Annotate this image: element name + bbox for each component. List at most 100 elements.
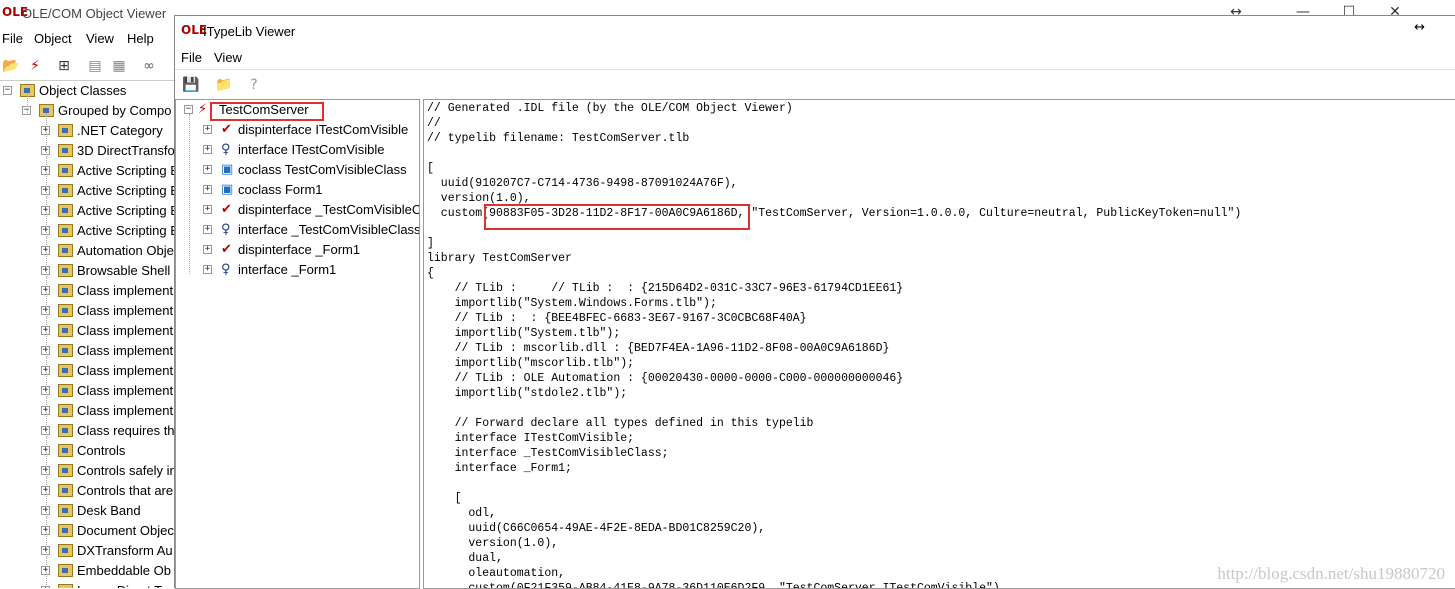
tree-item-category[interactable]: +Controls that are <box>0 481 176 501</box>
tree-item-label: coclass Form1 <box>238 180 323 200</box>
tree-item-category[interactable]: +Automation Obje <box>0 241 176 261</box>
menu-view[interactable]: View <box>214 50 242 65</box>
interface-icon: ♀ <box>221 140 231 160</box>
code-line: interface _Form1; <box>427 461 572 476</box>
tree-item-label: Active Scripting E <box>77 201 176 221</box>
folder-icon <box>58 264 73 277</box>
expand-icon[interactable]: + <box>203 265 212 274</box>
tree-item-category[interactable]: +Image Direct Tra <box>0 581 176 588</box>
expand-icon[interactable]: + <box>203 205 212 214</box>
folder-icon <box>58 404 73 417</box>
typelib-tree-item[interactable]: +▣coclass Form1 <box>176 180 419 200</box>
tree-item-category[interactable]: +Controls <box>0 441 176 461</box>
tree-item-label: dispinterface ITestComVisible <box>238 120 408 140</box>
collapse-icon[interactable]: − <box>184 105 193 114</box>
tree-item-category[interactable]: +Document Objec <box>0 521 176 541</box>
tree-item-category[interactable]: +Class implement <box>0 401 176 421</box>
expand-icon[interactable]: + <box>203 125 212 134</box>
tree-item-category[interactable]: +Embeddable Ob <box>0 561 176 581</box>
tree-item-label: 3D DirectTransfo <box>77 141 175 161</box>
tree-item-category[interactable]: +Controls safely ir <box>0 461 176 481</box>
expand-icon[interactable]: + <box>203 185 212 194</box>
tree-item-category[interactable]: +Browsable Shell <box>0 261 176 281</box>
expand-icon[interactable]: + <box>203 245 212 254</box>
open-folder-icon[interactable]: 📁 <box>215 76 233 94</box>
folder-icon <box>58 584 73 588</box>
tree-item-label: Active Scripting E <box>77 221 176 241</box>
code-line: [ <box>427 491 462 506</box>
typelib-tree-item[interactable]: +▣coclass TestComVisibleClass <box>176 160 419 180</box>
tree-item-label: dispinterface _Form1 <box>238 240 360 260</box>
expand-icon[interactable]: + <box>203 165 212 174</box>
typelib-icon: ⚡ <box>198 100 207 120</box>
typelib-tree-item[interactable]: + ✔ dispinterface _Form1 <box>176 240 419 260</box>
folder-icon <box>58 124 73 137</box>
tree-item-category[interactable]: +Desk Band <box>0 501 176 521</box>
tree-item-category[interactable]: +Class requires th <box>0 421 176 441</box>
tree-item-category[interactable]: +Active Scripting E <box>0 221 176 241</box>
tree-item-category[interactable]: +Active Scripting E <box>0 161 176 181</box>
menu-help[interactable]: Help <box>127 31 154 46</box>
menu-view[interactable]: View <box>86 31 114 46</box>
resize-icon[interactable]: ↔ <box>1414 20 1425 35</box>
front-title-bar[interactable]: OLE ITypeLib Viewer ↔ <box>175 16 1455 46</box>
tree-item-label: Class implement <box>77 281 173 301</box>
tree-item-category[interactable]: +Class implement <box>0 381 176 401</box>
folder-icon <box>58 564 73 577</box>
folder-icon <box>58 364 73 377</box>
code-line: // Forward declare all types defined in … <box>427 416 813 431</box>
folder-icon <box>58 384 73 397</box>
typelib-tree-item[interactable]: +✔dispinterface ITestComVisible <box>176 120 419 140</box>
tree-item-category[interactable]: +3D DirectTransfo <box>0 141 176 161</box>
tree-item-label: interface ITestComVisible <box>238 140 384 160</box>
root-highlight-box <box>210 102 324 121</box>
code-line: // typelib filename: TestComServer.tlb <box>427 131 689 146</box>
object-classes-tree: −Object Classes−Grouped by Compo+.NET Ca… <box>0 80 176 588</box>
menu-file[interactable]: File <box>2 31 23 46</box>
edit-document-icon[interactable]: ▦ <box>110 57 128 75</box>
menu-object[interactable]: Object <box>34 31 72 46</box>
folder-icon <box>58 484 73 497</box>
code-line: importlib("stdole2.tlb"); <box>427 386 627 401</box>
code-line: // TLib : // TLib : : {215D64D2-031C-33C… <box>427 281 903 296</box>
typelib-tree-item[interactable]: +✔dispinterface _TestComVisibleC <box>176 200 419 220</box>
code-line: importlib("mscorlib.tlb"); <box>427 356 634 371</box>
hierarchy-icon[interactable]: ⊞ <box>55 57 73 75</box>
expand-icon[interactable]: + <box>203 225 212 234</box>
dispinterface-icon: ✔ <box>221 240 232 260</box>
expand-icon[interactable]: + <box>203 145 212 154</box>
tree-item-category[interactable]: +Active Scripting E <box>0 181 176 201</box>
save-icon[interactable]: 💾 <box>182 76 200 94</box>
open-folder-icon[interactable]: 📂 <box>2 57 20 75</box>
back-window-title: OLE/COM Object Viewer <box>22 6 166 21</box>
tree-item-category[interactable]: +Class implement <box>0 341 176 361</box>
typelib-tree-item[interactable]: + ♀ interface ITestComVisible <box>176 140 419 160</box>
folder-icon <box>58 444 73 457</box>
tree-item-category[interactable]: +Class implement <box>0 361 176 381</box>
tree-item-category[interactable]: +DXTransform Au <box>0 541 176 561</box>
tree-item-category[interactable]: +.NET Category <box>0 121 176 141</box>
typelib-tree-item[interactable]: +♀interface _Form1 <box>176 260 419 280</box>
watermark: http://blog.csdn.net/shu19880720 <box>1217 564 1445 584</box>
tree-item-label: Class implement <box>77 361 173 381</box>
typelib-tree-item[interactable]: +♀interface _TestComVisibleClass <box>176 220 419 240</box>
code-line: interface _TestComVisibleClass; <box>427 446 669 461</box>
idl-code-view[interactable]: // Generated .IDL file (by the OLE/COM O… <box>423 99 1455 589</box>
tree-item-label: Active Scripting E <box>77 181 176 201</box>
tree-item-category[interactable]: +Active Scripting E <box>0 201 176 221</box>
document-icon[interactable]: ▤ <box>86 57 104 75</box>
back-menu-bar: File Object View Help <box>0 28 175 50</box>
code-line: interface ITestComVisible; <box>427 431 634 446</box>
binoculars-icon[interactable]: ∞ <box>140 57 158 75</box>
folder-icon <box>58 224 73 237</box>
typelib-tree: −⚡TestComServer+✔dispinterface ITestComV… <box>175 99 420 589</box>
tree-item-category[interactable]: +Class implement <box>0 281 176 301</box>
help-icon[interactable]: ? <box>245 76 263 94</box>
tree-item-category[interactable]: +Class implement <box>0 301 176 321</box>
menu-file[interactable]: File <box>181 50 202 65</box>
coclass-icon: ▣ <box>221 160 233 180</box>
bind-icon[interactable]: ⚡ <box>26 57 44 75</box>
tree-item-category[interactable]: +Class implement <box>0 321 176 341</box>
collapse-icon[interactable]: − <box>3 86 12 95</box>
code-line: // TLib : OLE Automation : {00020430-000… <box>427 371 903 386</box>
